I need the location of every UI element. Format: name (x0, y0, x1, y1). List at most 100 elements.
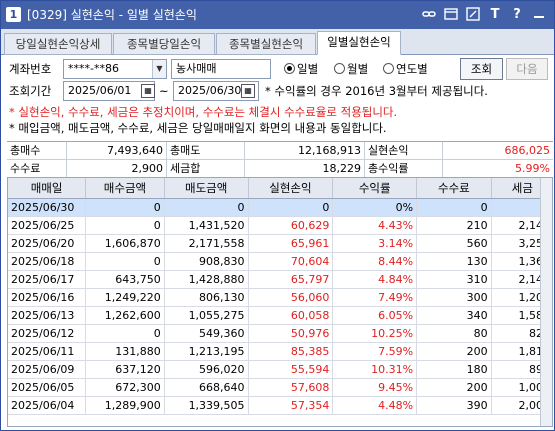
cell-sell-amount: 0 (164, 198, 249, 217)
tab-daily-realized-pnl[interactable]: 일별실현손익 (317, 31, 401, 55)
cell-buy-amount: 0 (85, 216, 165, 235)
window-title: [0329] 실현손익 - 일별 실현손익 (27, 8, 197, 22)
table-row[interactable]: 2025/06/05 672,300 668,640 57,608 9.45% 200 1,… (8, 378, 552, 397)
link-icon[interactable] (420, 6, 438, 24)
cell-return-rate: 8.44% (332, 252, 418, 271)
cell-realized-pnl: 56,060 (248, 288, 334, 307)
realized-pnl-value: 686,025 (504, 144, 551, 157)
column-header-sell-amount[interactable]: 매도금액 (164, 178, 249, 199)
cell-sell-amount: 1,431,520 (164, 216, 249, 235)
cell-realized-pnl: 65,961 (248, 234, 334, 253)
calendar-icon[interactable]: ▦ (141, 84, 155, 98)
query-button[interactable]: 조회 (460, 58, 503, 80)
cell-buy-amount: 0 (85, 252, 165, 271)
cell-realized-pnl: 60,629 (248, 216, 334, 235)
radio-unchecked-icon (334, 63, 345, 74)
cell-buy-amount: 672,300 (85, 378, 165, 397)
cell-sell-amount: 1,055,275 (164, 306, 249, 325)
summary-grid: 총매수 7,493,640 총매도 12,168,913 실현손익 686,02… (7, 141, 553, 178)
cell-buy-amount: 1,606,870 (85, 234, 165, 253)
column-header-realized-pnl[interactable]: 실현손익 (248, 178, 334, 199)
cell-fee: 210 (416, 216, 492, 235)
table-row[interactable]: 2025/06/18 0 908,830 70,604 8.44% 130 1,361 (8, 252, 552, 271)
table-row[interactable]: 2025/06/17 643,750 1,428,880 65,797 4.84% 310… (8, 270, 552, 289)
title-bar[interactable]: 1 [0329] 실현손익 - 일별 실현손익 T ? (1, 1, 554, 29)
help-icon[interactable]: ? (508, 6, 526, 24)
date-from-value: 2025/06/01 (68, 84, 132, 97)
cell-fee: 180 (416, 360, 492, 379)
cell-return-rate: 7.49% (332, 288, 418, 307)
table-row[interactable]: 2025/06/120549,36050,97610.25%80824 (8, 324, 552, 343)
cell-buy-amount: 643,750 (85, 270, 165, 289)
account-number-select[interactable]: ****-**86 ▼ (63, 59, 167, 79)
daily-pnl-grid: 매매일 매수금액 매도금액 실현손익 수익률 수수료 세금 2025/06/30 0 0 0 0% 0… (8, 178, 552, 415)
cell-sell-amount: 549,360 (164, 324, 249, 343)
cell-buy-amount: 637,120 (85, 360, 165, 379)
font-icon[interactable]: T (486, 6, 504, 24)
radio-yearly[interactable]: 연도별 (383, 61, 428, 77)
table-row[interactable]: 2025/06/16 1,249,220 806,130 56,060 7.49% 300… (8, 288, 552, 307)
cell-sell-amount: 596,020 (164, 360, 249, 379)
cell-sell-amount: 668,640 (164, 378, 249, 397)
cell-fee: 310 (416, 270, 492, 289)
cell-fee: 200 (416, 342, 492, 361)
table-row[interactable]: 2025/06/04 1,289,900 1,339,505 57,354 4.48% 3… (8, 396, 552, 415)
cell-buy-amount: 0 (85, 324, 165, 343)
next-button[interactable]: 다음 (506, 58, 548, 80)
cell-realized-pnl: 55,594 (248, 360, 334, 379)
summary-row: 총매수 7,493,640 총매도 12,168,913 실현손익 686,02… (7, 142, 553, 160)
account-number-value: ****-**86 (68, 62, 119, 75)
cell-realized-pnl: 65,797 (248, 270, 334, 289)
cell-date: 2025/06/11 (8, 342, 87, 361)
radio-yearly-label: 연도별 (396, 62, 428, 76)
fee-label: 수수료 (7, 160, 67, 177)
table-row[interactable]: 2025/06/20 1,606,870 2,171,558 65,961 3.14% 5… (8, 234, 552, 253)
same-as-journal-note: * 매입금액, 매도금액, 수수료, 세금은 당일매매일지 화면의 내용과 동일… (9, 121, 387, 135)
cell-fee: 390 (416, 396, 492, 415)
cell-buy-amount: 1,289,900 (85, 396, 165, 415)
tab-bar: 당일실현손익상세 종목별당일손익 종목별실현손익 일별실현손익 (1, 29, 554, 55)
cell-date: 2025/06/13 (8, 306, 87, 325)
column-header-buy-amount[interactable]: 매수금액 (85, 178, 165, 199)
cell-buy-amount: 1,262,600 (85, 306, 165, 325)
cell-date: 2025/06/30 (8, 198, 87, 217)
vertical-scrollbar[interactable] (540, 178, 552, 426)
tab-stock-daily-pnl[interactable]: 종목별당일손익 (113, 33, 215, 55)
table-row[interactable]: 2025/06/09637,120596,02055,59410.31%1808… (8, 360, 552, 379)
cell-date: 2025/06/25 (8, 216, 87, 235)
total-sell-value: 12,168,913 (245, 142, 365, 159)
cell-sell-amount: 806,130 (164, 288, 249, 307)
radio-checked-icon (284, 63, 295, 74)
column-header-fee[interactable]: 수수료 (416, 178, 492, 199)
window-icon[interactable] (442, 6, 460, 24)
resize-icon[interactable] (464, 6, 482, 24)
table-row[interactable]: 2025/06/13 1,262,600 1,055,275 60,058 6.05% 3… (8, 306, 552, 325)
cell-return-rate: 6.05% (332, 306, 418, 325)
cell-sell-amount: 1,213,195 (164, 342, 249, 361)
radio-monthly-label: 월별 (347, 62, 369, 76)
table-row[interactable]: 2025/06/25 0 1,431,520 60,629 4.43% 210 2,143 (8, 216, 552, 235)
account-label: 계좌번호 (9, 62, 52, 76)
radio-daily[interactable]: 일별 (284, 61, 318, 77)
cell-realized-pnl: 60,058 (248, 306, 334, 325)
cell-date: 2025/06/20 (8, 234, 87, 253)
daily-pnl-table[interactable]: 매매일 매수금액 매도금액 실현손익 수익률 수수료 세금 2025/06/30 0 0 0 0% 0… (7, 177, 553, 427)
cell-realized-pnl: 0 (248, 198, 334, 217)
table-row[interactable]: 2025/06/11 131,880 1,213,195 85,385 7.59% 200… (8, 342, 552, 361)
table-row[interactable]: 2025/06/300000%00 (8, 198, 552, 217)
column-header-return-rate[interactable]: 수익률 (332, 178, 418, 199)
cell-date: 2025/06/05 (8, 378, 87, 397)
column-header-date[interactable]: 매매일 (8, 178, 87, 199)
date-to-value: 2025/06/30 (178, 84, 242, 97)
cell-return-rate: 10.31% (332, 360, 418, 379)
window: 1 [0329] 실현손익 - 일별 실현손익 T ? 당일실현손익상세 종목별… (0, 0, 555, 431)
cell-buy-amount: 1,249,220 (85, 288, 165, 307)
minimize-icon[interactable] (530, 6, 548, 24)
cell-sell-amount: 1,339,505 (164, 396, 249, 415)
tab-stock-realized-pnl[interactable]: 종목별실현손익 (216, 33, 316, 55)
calendar-icon[interactable]: ▦ (241, 84, 255, 98)
radio-monthly[interactable]: 월별 (334, 61, 368, 77)
tab-daily-realized-detail[interactable]: 당일실현손익상세 (4, 33, 112, 55)
cell-fee: 340 (416, 306, 492, 325)
chevron-down-icon[interactable]: ▼ (152, 60, 166, 78)
